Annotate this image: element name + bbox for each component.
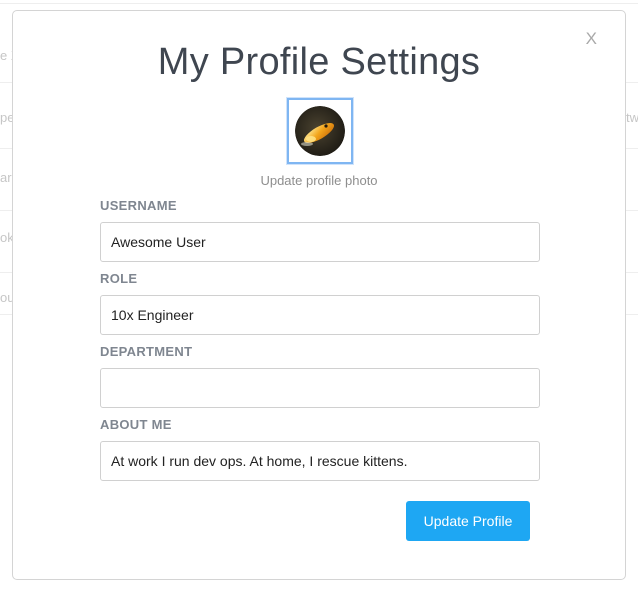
avatar [295,106,345,156]
background-text-fragment: ar [0,170,12,185]
modal-title: My Profile Settings [157,41,481,83]
role-label: ROLE [100,271,138,286]
background-row-divider [0,3,638,4]
username-label: USERNAME [100,198,177,213]
department-label: DEPARTMENT [100,344,193,359]
about-me-input[interactable] [100,441,540,481]
update-profile-button[interactable]: Update Profile [406,501,530,541]
background-text-fragment: tw [626,110,638,125]
about-me-label: ABOUT ME [100,417,172,432]
role-input[interactable] [100,295,540,335]
profile-photo-button[interactable] [287,98,353,164]
profile-settings-modal: X My Profile Settings Update profile pho… [12,10,626,580]
update-photo-caption[interactable]: Update profile photo [13,173,625,188]
department-input[interactable] [100,368,540,408]
username-input[interactable] [100,222,540,262]
